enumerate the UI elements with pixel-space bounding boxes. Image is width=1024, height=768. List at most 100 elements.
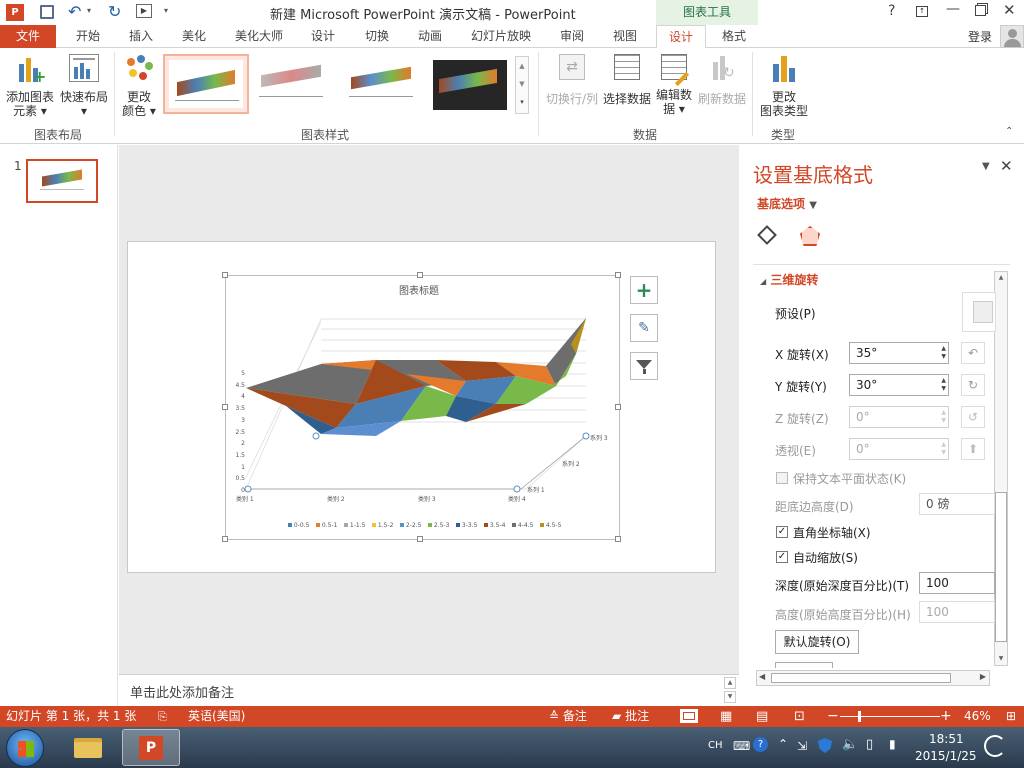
zoom-in-icon[interactable]: + — [940, 706, 952, 727]
tab-animations[interactable]: 动画 — [410, 25, 450, 48]
collapse-ribbon-icon[interactable]: ⌃ — [1005, 126, 1013, 137]
pane-close-icon[interactable]: ✕ — [1000, 157, 1013, 175]
resize-handle[interactable] — [222, 272, 228, 278]
chart-style-4[interactable] — [433, 60, 507, 110]
login-link[interactable]: 登录 — [968, 28, 992, 45]
autoscale-checkbox[interactable]: ✓ — [776, 551, 788, 563]
minimize-button[interactable]: — — [946, 1, 960, 17]
network-icon[interactable]: ▮ — [889, 737, 896, 751]
qat-customize-icon[interactable]: ▾ — [164, 6, 168, 15]
fit-slide-icon[interactable]: ⊞ — [1006, 706, 1016, 727]
spinner-arrows-icon[interactable]: ▲ ▼ — [941, 377, 946, 393]
resize-handle[interactable] — [615, 272, 621, 278]
chart-styles-button[interactable]: ✎ — [630, 314, 658, 342]
undo-icon[interactable]: ↶ — [68, 2, 81, 21]
slide-sorter-icon[interactable]: ▦ — [720, 706, 732, 727]
slideshow-icon[interactable]: ⊡ — [794, 706, 805, 727]
notes-area[interactable]: 单击此处添加备注 ▲ ▼ — [119, 674, 739, 706]
gallery-down-icon[interactable]: ▼ — [516, 75, 528, 93]
chart-style-2[interactable] — [253, 58, 335, 110]
perspective-up-icon[interactable]: ⬆ — [961, 438, 985, 460]
tab-beautify-master[interactable]: 美化大师 — [229, 25, 289, 48]
section-3d-rotation[interactable]: ◢ 三维旋转 — [760, 271, 818, 288]
input-language[interactable]: CH — [708, 740, 723, 751]
slide-thumbnail[interactable] — [26, 159, 98, 203]
reading-view-icon[interactable]: ▤ — [756, 706, 768, 727]
comments-button[interactable]: ▰ 批注 — [612, 706, 649, 727]
spinner-arrows-icon[interactable]: ▲ ▼ — [941, 441, 946, 457]
y-rotation-input[interactable]: 30° ▲ ▼ — [849, 374, 949, 396]
tab-home[interactable]: 开始 — [68, 25, 108, 48]
notes-scroll-down-icon[interactable]: ▼ — [724, 691, 736, 703]
pane-options-menu-icon[interactable]: ▼ — [982, 161, 990, 172]
close-button[interactable]: ✕ — [1003, 1, 1016, 19]
rotate-left-icon[interactable]: ↶ — [961, 342, 985, 364]
change-chart-type-button[interactable]: 更改 图表类型 — [756, 54, 812, 120]
depth-input[interactable]: 100 — [919, 572, 995, 594]
default-rotation-button[interactable]: 默认旋转(O) — [775, 630, 859, 654]
show-desktop-icon[interactable] — [984, 735, 1006, 757]
chart-legend[interactable]: 0-0.5 0.5-1 1-1.5 1.5-2 2-2.5 2.5-3 3-3.… — [288, 522, 568, 532]
tab-file[interactable]: 文件 — [0, 25, 56, 48]
resize-handle[interactable] — [417, 536, 423, 542]
tab-insert[interactable]: 插入 — [121, 25, 161, 48]
spell-check-icon[interactable]: ⎘ — [158, 706, 167, 727]
tab-slideshow[interactable]: 幻灯片放映 — [466, 25, 536, 48]
zoom-out-icon[interactable]: − — [827, 706, 839, 727]
power-icon[interactable]: ▯ — [866, 737, 873, 752]
save-icon[interactable] — [40, 5, 54, 19]
preset-dropdown[interactable] — [962, 292, 996, 332]
rotate-up-icon[interactable]: ↻ — [961, 374, 985, 396]
z-rotation-input[interactable]: 0° ▲ ▼ — [849, 406, 949, 428]
tab-design[interactable]: 设计 — [303, 25, 343, 48]
distance-from-ground-input[interactable]: 0 磅 — [919, 493, 995, 515]
gallery-more-icon[interactable]: ▾ — [516, 93, 528, 111]
pane-horizontal-scrollbar[interactable]: ◀ ▶ — [756, 670, 990, 686]
normal-view-icon[interactable] — [680, 709, 698, 723]
resize-handle[interactable] — [417, 272, 423, 278]
tab-chart-format[interactable]: 格式 — [712, 25, 756, 48]
clock-date[interactable]: 2015/1/25 — [915, 749, 977, 763]
ribbon-display-options-icon[interactable]: ↑ — [916, 6, 928, 17]
switch-row-column-button[interactable]: ⇄ 切换行/列 — [542, 54, 602, 120]
zoom-slider-thumb[interactable] — [858, 711, 861, 722]
floor-options-dropdown[interactable]: 基底选项 ▼ — [757, 195, 817, 212]
undo-dropdown-icon[interactable]: ▾ — [87, 6, 91, 15]
pane-scrollbar[interactable]: ▲ ▼ — [994, 271, 1008, 666]
zoom-level[interactable]: 46% — [964, 706, 991, 727]
chart-style-3[interactable] — [343, 58, 425, 110]
chart-filters-button[interactable] — [630, 352, 658, 380]
language-indicator[interactable]: 英语(美国) — [188, 706, 245, 727]
spinner-arrows-icon[interactable]: ▲ ▼ — [941, 345, 946, 361]
resize-handle[interactable] — [222, 404, 228, 410]
add-chart-element-button[interactable]: + 添加图表 元素 ▾ — [4, 54, 56, 120]
tab-view[interactable]: 视图 — [605, 25, 645, 48]
x-rotation-input[interactable]: 35° ▲ ▼ — [849, 342, 949, 364]
change-colors-button[interactable]: 更改 颜色 ▾ — [118, 54, 160, 120]
slideshow-from-start-icon[interactable]: ▶ — [136, 4, 152, 18]
keep-text-flat-checkbox[interactable] — [776, 472, 788, 484]
refresh-data-button[interactable]: ↻ 刷新数据 — [696, 54, 748, 120]
clock-time[interactable]: 18:51 — [929, 732, 964, 746]
select-data-button[interactable]: 选择数据 — [602, 54, 652, 120]
help-button[interactable]: ? — [888, 3, 895, 19]
tray-expand-icon[interactable]: ⌃ — [778, 737, 788, 751]
resize-handle[interactable] — [222, 536, 228, 542]
keyboard-icon[interactable]: ⌨ — [733, 739, 750, 753]
edit-data-button[interactable]: 编辑数 据 ▾ — [654, 54, 694, 120]
surface-plot[interactable] — [246, 318, 586, 436]
quick-layout-button[interactable]: 快速布局 ▾ — [58, 54, 110, 120]
right-angle-axes-checkbox[interactable]: ✓ — [776, 526, 788, 538]
spinner-arrows-icon[interactable]: ▲ ▼ — [941, 409, 946, 425]
avatar[interactable] — [1000, 25, 1024, 48]
redo-icon[interactable]: ↻ — [108, 2, 121, 21]
chart-elements-button[interactable]: + — [630, 276, 658, 304]
resize-handle[interactable] — [615, 536, 621, 542]
tab-transitions[interactable]: 切换 — [357, 25, 397, 48]
perspective-input[interactable]: 0° ▲ ▼ — [849, 438, 949, 460]
height-input[interactable]: 100 — [919, 601, 995, 623]
chart-style-1[interactable] — [163, 54, 249, 114]
tab-review[interactable]: 审阅 — [552, 25, 592, 48]
start-button[interactable] — [6, 729, 44, 767]
notes-scroll-up-icon[interactable]: ▲ — [724, 677, 736, 689]
